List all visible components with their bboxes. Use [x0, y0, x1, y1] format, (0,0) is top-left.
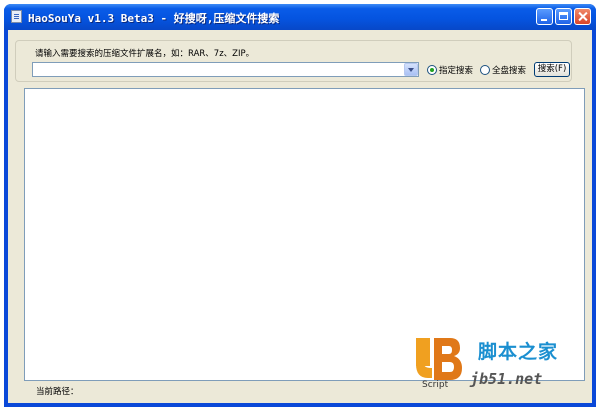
app-icon[interactable]	[11, 10, 22, 23]
radio-specified-label: 指定搜索	[439, 66, 474, 76]
radio-full-disk-label: 全盘搜索	[492, 66, 527, 76]
minimize-button[interactable]	[536, 8, 553, 25]
window-title: HaoSouYa v1.3 Beta3 - 好搜呀,压缩文件搜索	[28, 12, 280, 25]
watermark-site-name: 脚本之家	[478, 341, 559, 363]
watermark-domain: jb51.net	[470, 370, 543, 388]
extension-combobox[interactable]	[32, 62, 419, 77]
maximize-button[interactable]	[555, 8, 572, 25]
radio-full-disk-search[interactable]: 全盘搜索	[480, 64, 526, 76]
radio-specified-search[interactable]: 指定搜索	[427, 64, 473, 76]
watermark-script-label: Script	[422, 380, 449, 390]
radio-selected-icon[interactable]	[427, 65, 437, 75]
jb51-logo-icon	[416, 338, 462, 380]
title-bar[interactable]: HaoSouYa v1.3 Beta3 - 好搜呀,压缩文件搜索	[4, 4, 596, 30]
close-button[interactable]	[574, 8, 591, 25]
current-path-label: 当前路径：	[36, 387, 79, 397]
chevron-down-icon[interactable]	[404, 63, 418, 76]
extension-prompt-label: 请输入需要搜索的压缩文件扩展名，如：RAR、7z、ZIP。	[35, 49, 255, 59]
radio-unselected-icon[interactable]	[480, 65, 490, 75]
search-button[interactable]: 搜索(F)	[534, 62, 570, 77]
